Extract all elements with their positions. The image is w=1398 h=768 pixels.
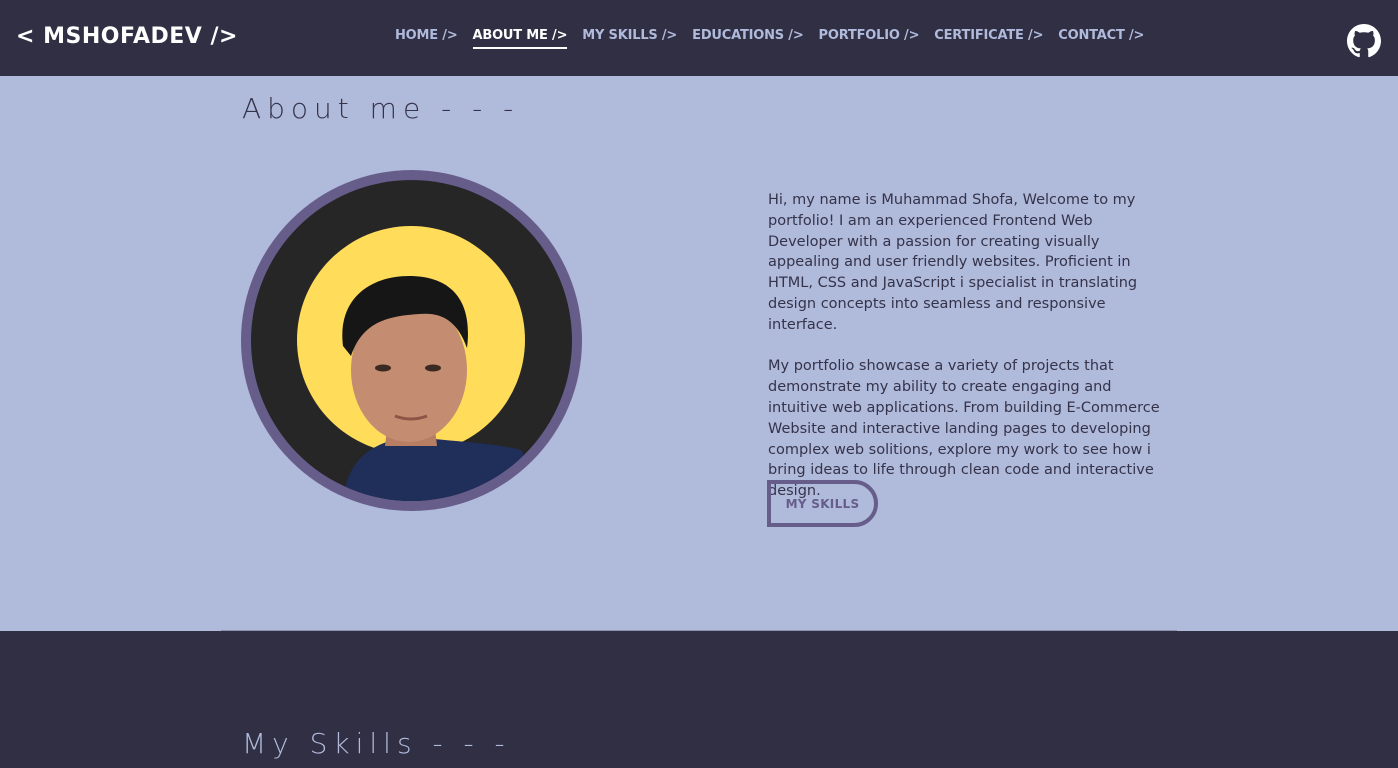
profile-photo-frame — [241, 170, 582, 511]
nav-about-me[interactable]: ABOUT ME /> — [472, 28, 567, 49]
site-logo[interactable]: < MSHOFADEV /> — [16, 24, 238, 49]
about-paragraph-1: Hi, my name is Muhammad Shofa, Welcome t… — [768, 192, 1138, 333]
about-section: About me - - - Hi, my name is Muhammad S… — [0, 76, 1398, 631]
nav-home[interactable]: HOME /> — [395, 28, 458, 49]
nav-portfolio[interactable]: PORTFOLIO /> — [819, 28, 920, 49]
about-title: About me - - - — [242, 92, 520, 125]
profile-photo — [251, 180, 572, 501]
skills-section: My Skills - - - — [0, 631, 1398, 768]
nav-contact[interactable]: CONTACT /> — [1058, 28, 1144, 49]
nav-educations[interactable]: EDUCATIONS /> — [692, 28, 804, 49]
profile-photo-illustration — [297, 226, 551, 501]
nav-certificate[interactable]: CERTIFICATE /> — [934, 28, 1043, 49]
skills-title: My Skills - - - — [242, 727, 511, 760]
github-icon[interactable] — [1347, 24, 1381, 58]
about-text: Hi, my name is Muhammad Shofa, Welcome t… — [768, 190, 1160, 523]
main-nav: HOME /> ABOUT ME /> MY SKILLS /> EDUCATI… — [395, 28, 1159, 49]
nav-my-skills[interactable]: MY SKILLS /> — [582, 28, 677, 49]
navbar: < MSHOFADEV /> HOME /> ABOUT ME /> MY SK… — [0, 0, 1398, 76]
my-skills-button[interactable]: MY SKILLS — [767, 480, 878, 527]
